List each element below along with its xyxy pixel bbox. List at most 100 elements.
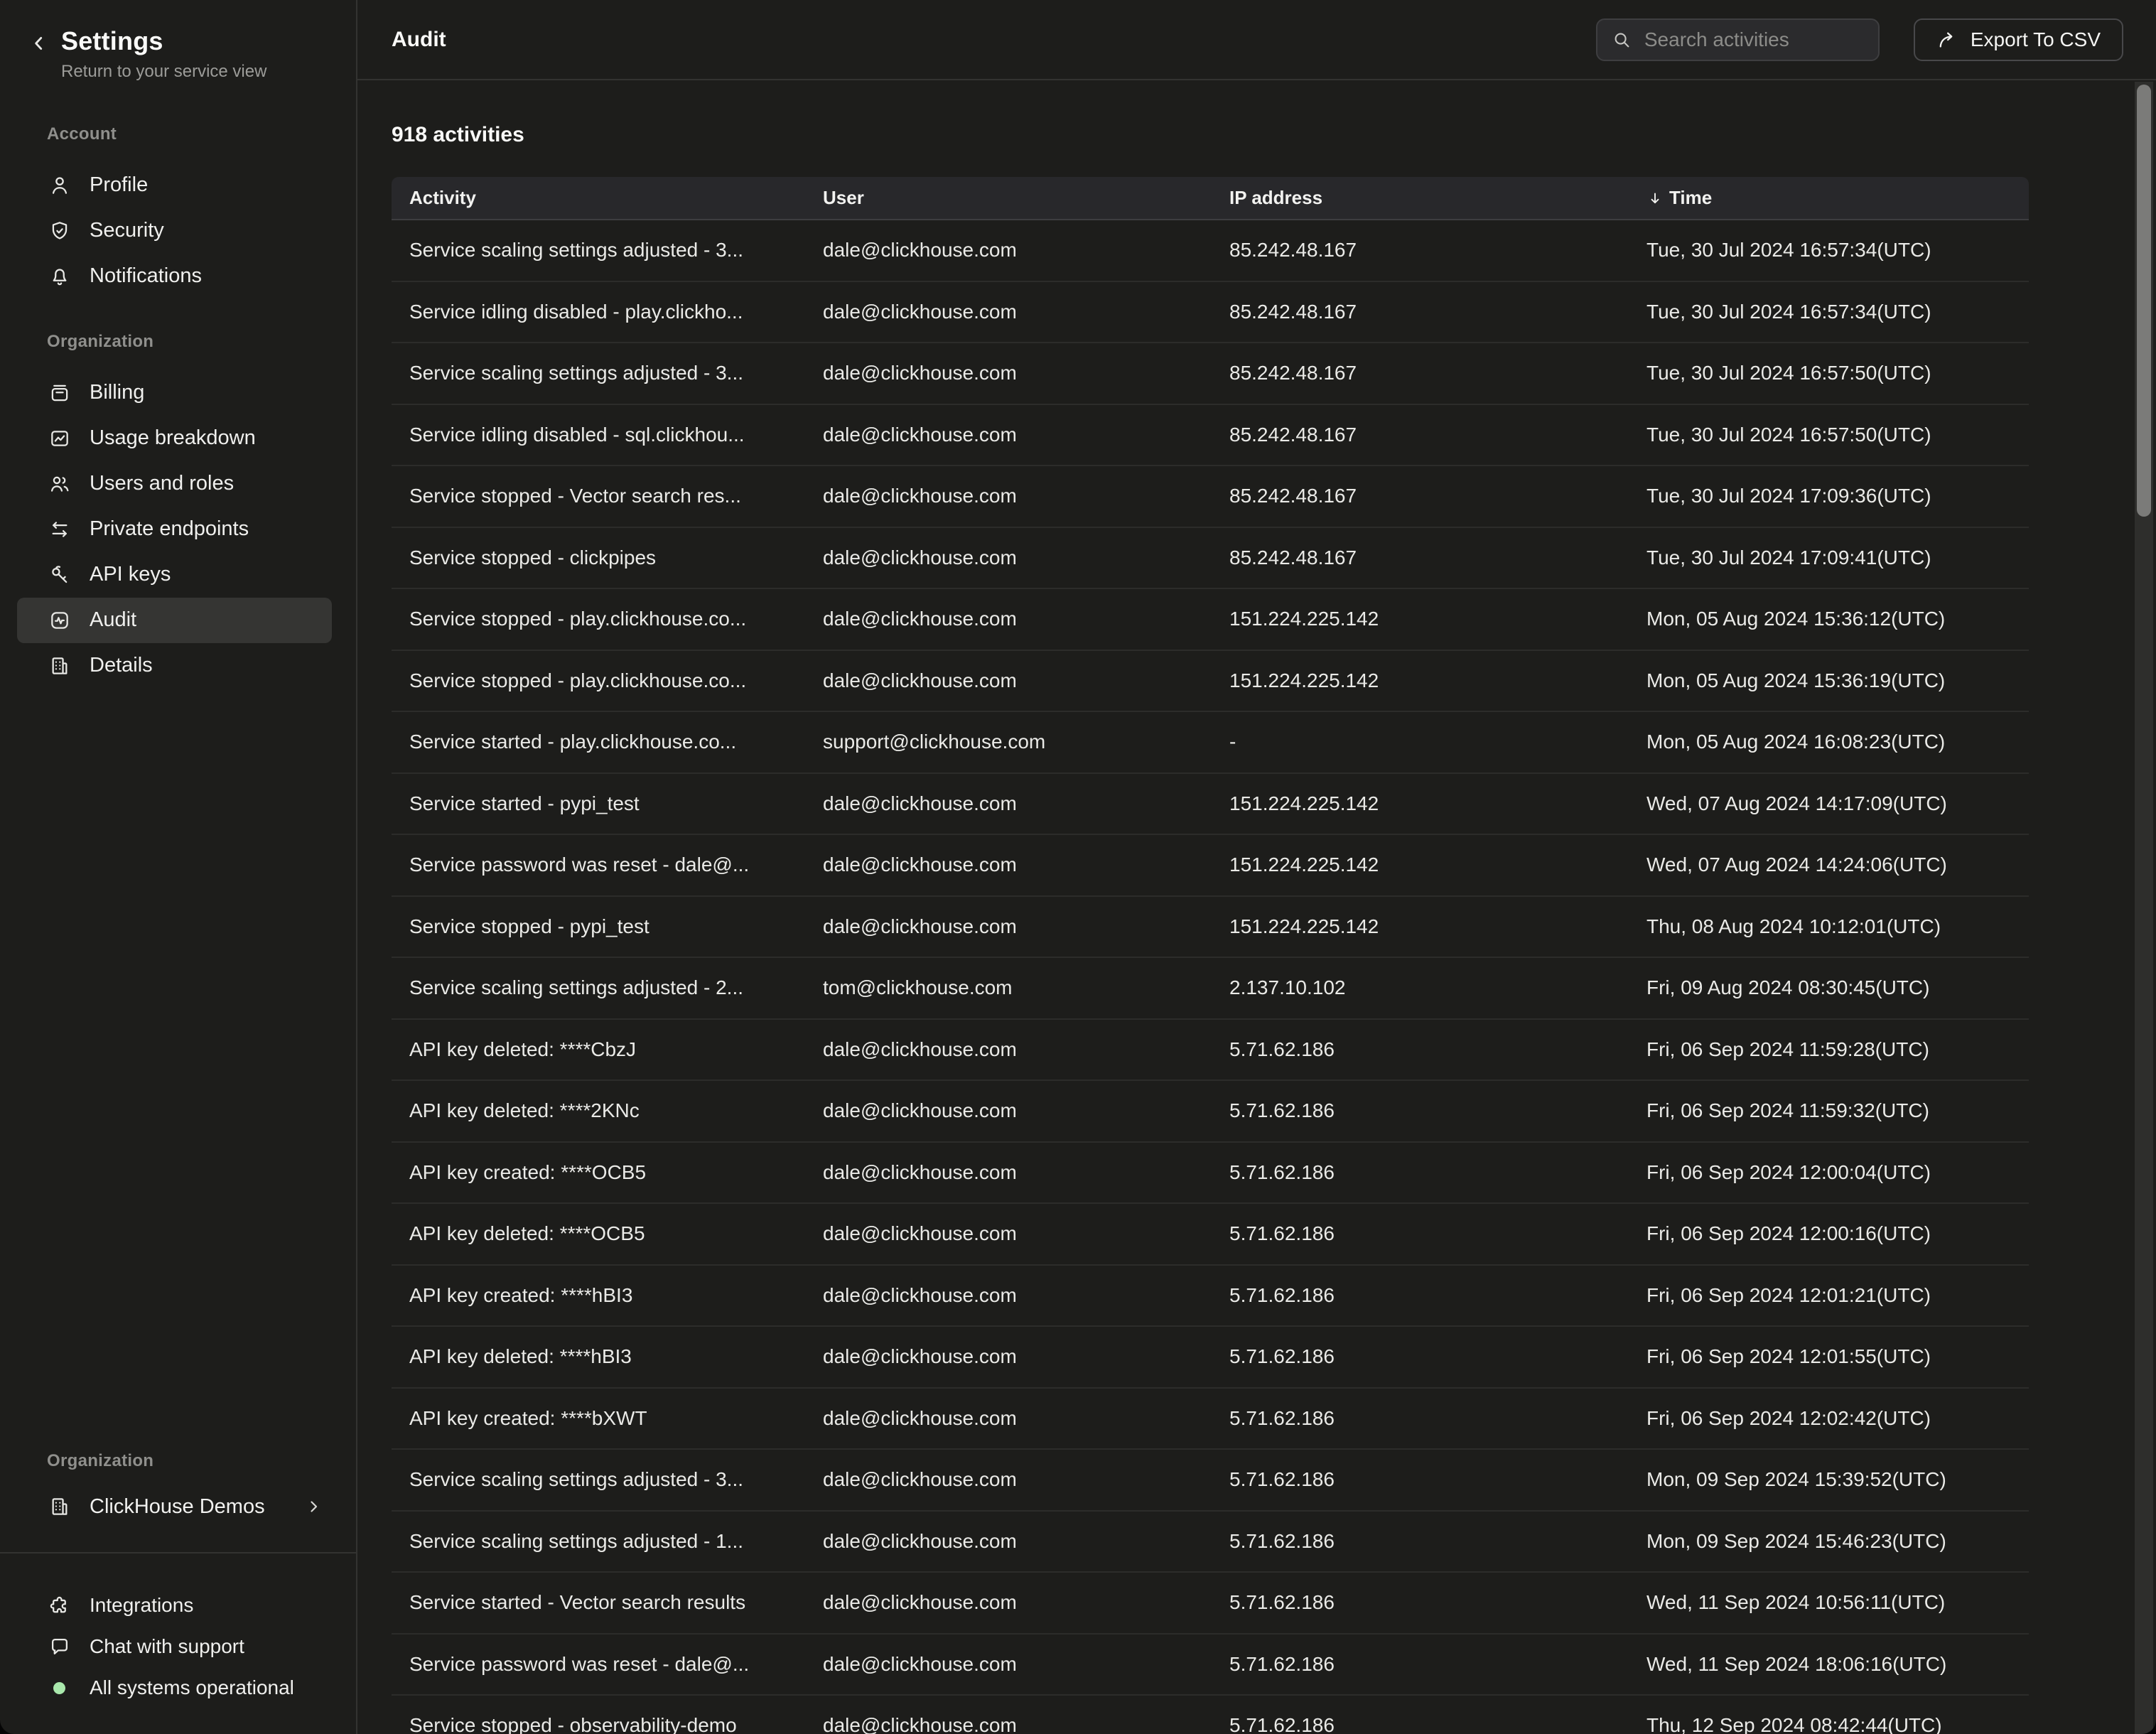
search-box[interactable] (1596, 18, 1880, 61)
cell-user: dale@clickhouse.com (823, 1530, 1229, 1553)
audit-content: 918 activities Activity User IP address … (357, 80, 2156, 1734)
table-row: API key created: ****bXWT dale@clickhous… (392, 1389, 2029, 1450)
cell-activity: API key created: ****hBI3 (392, 1284, 823, 1307)
table-row: Service scaling settings adjusted - 3...… (392, 1450, 2029, 1512)
cell-activity: API key deleted: ****hBI3 (392, 1345, 823, 1368)
sort-desc-arrow-icon (1646, 190, 1664, 207)
scrollbar-track[interactable] (2135, 82, 2153, 1734)
cell-ip-address: - (1229, 731, 1646, 753)
table-row: Service stopped - clickpipes dale@clickh… (392, 528, 2029, 590)
search-input[interactable] (1643, 28, 1864, 52)
cell-time: Thu, 12 Sep 2024 08:42:44(UTC) (1646, 1714, 2029, 1734)
column-header-user[interactable]: User (823, 187, 1229, 209)
cell-activity: API key deleted: ****CbzJ (392, 1038, 823, 1061)
swap-arrows-icon (48, 518, 71, 541)
sidebar-item-notifications[interactable]: Notifications (17, 254, 332, 299)
cell-activity: API key deleted: ****OCB5 (392, 1222, 823, 1245)
audit-table: Activity User IP address Time Service s (392, 177, 2029, 1734)
cell-time: Wed, 07 Aug 2024 14:17:09(UTC) (1646, 792, 2029, 815)
cell-user: dale@clickhouse.com (823, 1714, 1229, 1734)
chevron-right-icon (305, 1498, 322, 1515)
footer-item-system-status[interactable]: All systems operational (17, 1667, 339, 1708)
chat-bubble-icon (48, 1635, 71, 1658)
footer-item-label: Chat with support (90, 1635, 244, 1658)
table-row: Service started - Vector search results … (392, 1573, 2029, 1635)
cell-time: Mon, 09 Sep 2024 15:39:52(UTC) (1646, 1468, 2029, 1491)
cell-time: Fri, 06 Sep 2024 12:01:21(UTC) (1646, 1284, 2029, 1307)
cell-activity: Service scaling settings adjusted - 3... (392, 239, 823, 262)
status-dot (53, 1682, 65, 1694)
cell-time: Mon, 05 Aug 2024 15:36:12(UTC) (1646, 608, 2029, 630)
cell-ip-address: 151.224.225.142 (1229, 853, 1646, 876)
table-row: API key created: ****hBI3 dale@clickhous… (392, 1266, 2029, 1328)
cell-activity: Service scaling settings adjusted - 3... (392, 1468, 823, 1491)
sidebar-item-api-keys[interactable]: API keys (17, 552, 332, 598)
table-row: API key deleted: ****OCB5 dale@clickhous… (392, 1204, 2029, 1266)
column-header-time[interactable]: Time (1646, 187, 2029, 209)
sidebar-item-profile[interactable]: Profile (17, 163, 332, 208)
sidebar-item-security[interactable]: Security (17, 208, 332, 254)
cell-time: Tue, 30 Jul 2024 16:57:34(UTC) (1646, 301, 2029, 323)
cell-user: dale@clickhouse.com (823, 424, 1229, 446)
cell-time: Fri, 06 Sep 2024 12:02:42(UTC) (1646, 1407, 2029, 1430)
sidebar-item-label: Profile (90, 173, 148, 197)
sidebar-item-users-and-roles[interactable]: Users and roles (17, 461, 332, 507)
sidebar-item-private-endpoints[interactable]: Private endpoints (17, 507, 332, 552)
table-row: API key deleted: ****2KNc dale@clickhous… (392, 1081, 2029, 1143)
cell-activity: Service stopped - clickpipes (392, 546, 823, 569)
cell-ip-address: 5.71.62.186 (1229, 1468, 1646, 1491)
bell-icon (48, 265, 71, 288)
cell-user: support@clickhouse.com (823, 731, 1229, 753)
back-button[interactable] (30, 34, 48, 53)
section-label-organization: Organization (47, 332, 356, 352)
footer-item-label: Integrations (90, 1594, 193, 1617)
cell-activity: Service started - pypi_test (392, 792, 823, 815)
cell-time: Tue, 30 Jul 2024 17:09:36(UTC) (1646, 485, 2029, 507)
keys-icon (48, 564, 71, 586)
footer-item-chat-with-support[interactable]: Chat with support (17, 1626, 339, 1667)
sidebar-item-billing[interactable]: Billing (17, 370, 332, 416)
cell-ip-address: 2.137.10.102 (1229, 976, 1646, 999)
cell-user: dale@clickhouse.com (823, 1468, 1229, 1491)
cell-ip-address: 5.71.62.186 (1229, 1530, 1646, 1553)
table-body: Service scaling settings adjusted - 3...… (392, 220, 2029, 1734)
scrollbar-thumb[interactable] (2137, 85, 2151, 517)
table-row: Service scaling settings adjusted - 3...… (392, 220, 2029, 282)
cell-ip-address: 5.71.62.186 (1229, 1099, 1646, 1122)
table-row: Service started - pypi_test dale@clickho… (392, 774, 2029, 836)
shield-check-icon (48, 220, 71, 242)
cell-ip-address: 151.224.225.142 (1229, 915, 1646, 938)
export-to-csv-button[interactable]: Export To CSV (1914, 18, 2123, 61)
cell-user: dale@clickhouse.com (823, 301, 1229, 323)
cell-ip-address: 5.71.62.186 (1229, 1161, 1646, 1184)
cell-user: tom@clickhouse.com (823, 976, 1229, 999)
sidebar-item-label: API keys (90, 563, 171, 586)
sidebar-bottom: Organization ClickHouse Demos Integratio… (0, 1451, 356, 1734)
cell-time: Wed, 11 Sep 2024 18:06:16(UTC) (1646, 1653, 2029, 1676)
sidebar-footer: Integrations Chat with support All syste… (0, 1552, 356, 1734)
cell-time: Tue, 30 Jul 2024 16:57:50(UTC) (1646, 424, 2029, 446)
sidebar-item-audit[interactable]: Audit (17, 598, 332, 643)
cell-ip-address: 5.71.62.186 (1229, 1038, 1646, 1061)
cell-activity: Service stopped - play.clickhouse.co... (392, 608, 823, 630)
cell-user: dale@clickhouse.com (823, 1407, 1229, 1430)
cell-user: dale@clickhouse.com (823, 1591, 1229, 1614)
cell-time: Fri, 06 Sep 2024 11:59:28(UTC) (1646, 1038, 2029, 1061)
column-header-activity[interactable]: Activity (392, 187, 823, 209)
building-icon (48, 655, 71, 677)
org-switcher[interactable]: ClickHouse Demos (17, 1485, 339, 1528)
cell-time: Fri, 06 Sep 2024 11:59:32(UTC) (1646, 1099, 2029, 1122)
cell-time: Fri, 06 Sep 2024 12:00:04(UTC) (1646, 1161, 2029, 1184)
cell-user: dale@clickhouse.com (823, 1653, 1229, 1676)
cell-ip-address: 85.242.48.167 (1229, 485, 1646, 507)
main-panel: Audit Export To CSV 918 activities Activ… (357, 0, 2156, 1734)
footer-item-integrations[interactable]: Integrations (17, 1585, 339, 1626)
users-icon (48, 473, 71, 495)
cell-user: dale@clickhouse.com (823, 669, 1229, 692)
sidebar-item-details[interactable]: Details (17, 643, 332, 689)
footer-item-label: All systems operational (90, 1676, 294, 1699)
cell-ip-address: 5.71.62.186 (1229, 1407, 1646, 1430)
sidebar-item-usage-breakdown[interactable]: Usage breakdown (17, 416, 332, 461)
column-header-ip-address[interactable]: IP address (1229, 187, 1646, 209)
table-header-row: Activity User IP address Time (392, 177, 2029, 220)
